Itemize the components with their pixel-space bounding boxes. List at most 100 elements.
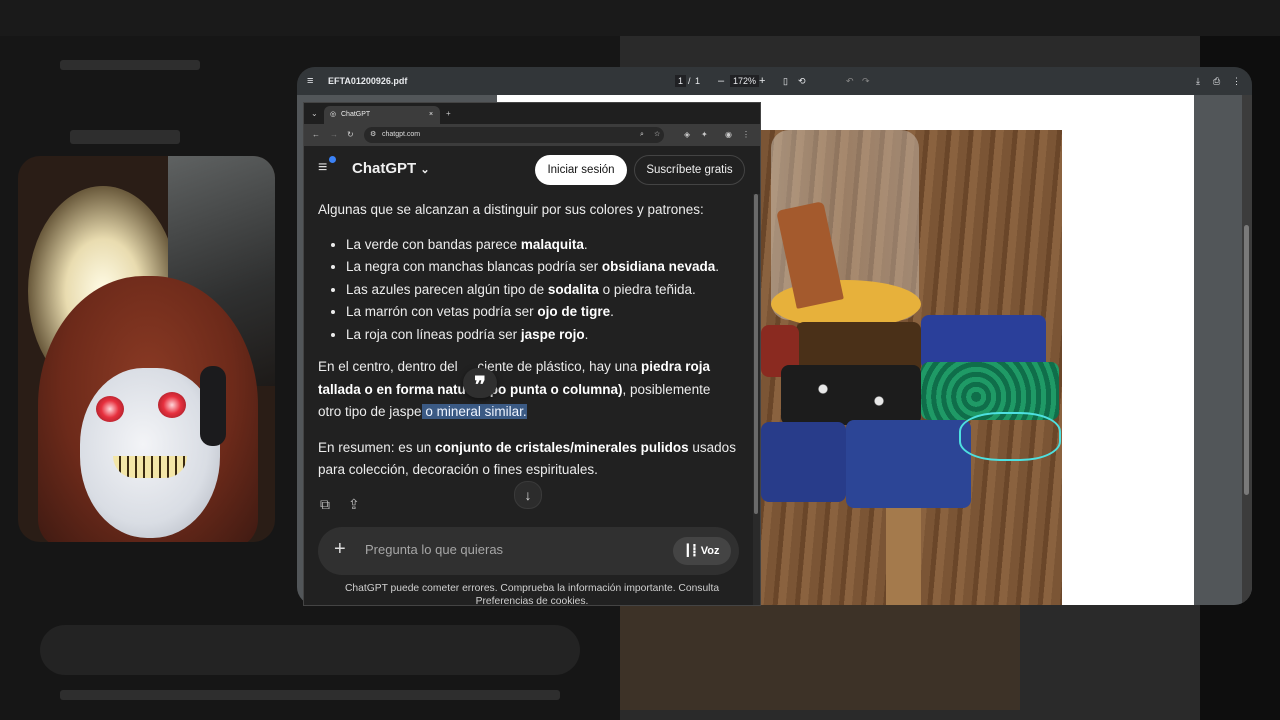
- chat-scrollbar-thumb[interactable]: [754, 194, 758, 514]
- list-item: Las azules parecen algún tipo de sodalit…: [346, 279, 736, 302]
- redo-icon[interactable]: ↷: [862, 67, 870, 95]
- center-paragraph: En el centro, dentro del ciente de plást…: [318, 356, 736, 424]
- pdf-scrollbar[interactable]: [1242, 95, 1252, 605]
- pdf-filename: EFTA01200926.pdf: [328, 76, 408, 86]
- chrome-window: ⌄ ◎ ChatGPT × + ← → ↻ ⚙ chatgpt.com ⌕ ☆ …: [304, 103, 760, 605]
- rotate-icon[interactable]: ⟲: [798, 67, 806, 95]
- list-item-bold: jaspe rojo: [520, 326, 585, 342]
- list-item-text: o piedra teñida.: [598, 281, 696, 297]
- chat-scrollbar[interactable]: [753, 194, 760, 605]
- paragraph-text: En el centro, dentro del: [318, 359, 462, 374]
- list-item-text: La negra con manchas blancas podría ser: [346, 259, 602, 274]
- voice-button[interactable]: ┃┋ Voz: [673, 537, 731, 565]
- undo-icon[interactable]: ↶: [846, 67, 854, 95]
- message-actions: ⧉ ⇪: [318, 496, 438, 518]
- tab-title: ChatGPT: [341, 111, 371, 118]
- photo-snowflake-obsidian: [781, 365, 921, 425]
- search-icon[interactable]: ⌕: [640, 127, 644, 143]
- puzzle-icon[interactable]: ✦: [701, 124, 708, 146]
- scroll-down-button[interactable]: ↓: [514, 481, 542, 509]
- paragraph-bold: po punta o columna): [489, 381, 623, 397]
- photo-malachite-stone: [921, 362, 1059, 420]
- list-item-text: La verde con bandas parece: [346, 236, 521, 252]
- mineral-list: La verde con bandas parece malaquita. La…: [318, 234, 736, 347]
- background-text: [60, 60, 200, 70]
- download-icon[interactable]: ⤓: [1196, 67, 1200, 95]
- paragraph-text: ciente de plástico, hay una: [477, 359, 641, 374]
- subscribe-button[interactable]: Suscríbete gratis: [634, 155, 745, 185]
- address-bar-row: ← → ↻ ⚙ chatgpt.com ⌕ ☆ ◈ ✦ ◉ ⋮: [304, 124, 760, 146]
- assistant-message: Algunas que se alcanzan a distinguir por…: [318, 199, 736, 482]
- photo-cyan-annotation: [959, 412, 1061, 461]
- list-item-text: .: [584, 326, 589, 342]
- forward-icon[interactable]: →: [330, 124, 338, 146]
- share-icon[interactable]: ⇪: [348, 496, 360, 513]
- list-item: La negra con manchas blancas podría ser …: [346, 256, 736, 279]
- model-selector[interactable]: ChatGPT ⌄: [352, 160, 430, 177]
- new-tab-button[interactable]: +: [446, 103, 451, 124]
- login-button[interactable]: Iniciar sesión: [535, 155, 627, 185]
- list-item-bold: sodalita: [547, 281, 599, 297]
- chrome-menu-icon[interactable]: ⋮: [742, 124, 750, 146]
- bookmark-star-icon[interactable]: ☆: [654, 127, 660, 143]
- background-composer: [40, 625, 580, 675]
- notification-dot-icon: [329, 156, 336, 163]
- background-text: [60, 690, 560, 700]
- list-item-text: .: [583, 236, 588, 252]
- intro-text: Algunas que se alcanzan a distinguir por…: [318, 202, 704, 217]
- back-icon[interactable]: ←: [312, 124, 320, 146]
- photo-sodalite-stone-2: [846, 420, 971, 508]
- cookie-preferences-link[interactable]: Preferencias de cookies.: [304, 595, 760, 605]
- address-bar[interactable]: ⚙ chatgpt.com ⌕ ☆: [364, 127, 664, 143]
- list-item: La verde con bandas parece malaquita.: [346, 234, 736, 257]
- waveform-icon: ┃┋: [684, 545, 701, 557]
- tab-close-icon[interactable]: ×: [429, 106, 433, 124]
- webcam-eye: [158, 392, 186, 418]
- pdf-photo-crystals: [761, 130, 1062, 605]
- list-item-text: .: [715, 259, 719, 274]
- print-icon[interactable]: ⎙: [1213, 67, 1220, 95]
- sidebar-toggle-icon[interactable]: ≡: [318, 159, 327, 177]
- more-options-icon[interactable]: ⋮: [1232, 67, 1241, 95]
- photo-wood-strip: [886, 508, 921, 605]
- zoom-out-button[interactable]: –: [718, 67, 724, 95]
- paragraph-bold: conjunto de cristales/minerales pulidos: [435, 439, 689, 455]
- zoom-in-button[interactable]: +: [759, 67, 765, 95]
- zoom-input[interactable]: 172%: [730, 75, 760, 87]
- webcam-eye: [96, 396, 124, 422]
- list-item-text: La marrón con vetas podría ser: [346, 304, 538, 319]
- profile-icon[interactable]: ◉: [725, 124, 732, 146]
- list-item-bold: malaquita: [520, 236, 584, 252]
- list-item-text: La roja con líneas podría ser: [346, 326, 521, 342]
- menu-icon[interactable]: ≡: [307, 67, 313, 95]
- paragraph-text: En resumen: es un: [318, 439, 436, 455]
- extension-icon[interactable]: ◈: [684, 124, 690, 146]
- composer-input[interactable]: Pregunta lo que quieras: [365, 542, 503, 557]
- url-text: chatgpt.com: [382, 131, 421, 138]
- tab-search-icon[interactable]: ⌄: [311, 103, 318, 124]
- webcam-headset: [200, 366, 226, 446]
- composer[interactable]: + Pregunta lo que quieras ┃┋ Voz: [318, 527, 739, 575]
- copy-icon[interactable]: ⧉: [320, 496, 330, 513]
- photo-sodalite-stone: [761, 422, 846, 502]
- list-item-bold: obsidiana nevada: [601, 259, 716, 274]
- page-total: 1: [695, 76, 701, 86]
- reload-icon[interactable]: ↻: [347, 124, 354, 146]
- webcam-overlay: [18, 156, 275, 542]
- site-info-icon[interactable]: ⚙: [370, 127, 376, 143]
- webcam-mask: [80, 368, 220, 538]
- tab-chatgpt[interactable]: ◎ ChatGPT ×: [324, 106, 440, 124]
- fit-page-icon[interactable]: ▯: [783, 67, 788, 95]
- webcam-mouth: [113, 456, 187, 478]
- background-photo: [620, 600, 1020, 710]
- disclaimer-line: ChatGPT puede cometer errores. Comprueba…: [344, 583, 720, 594]
- background-text: [70, 130, 180, 144]
- page-number-input[interactable]: 1: [675, 75, 687, 87]
- list-item-bold: ojo de tigre: [537, 304, 611, 319]
- voice-label: Voz: [700, 545, 720, 557]
- quote-selection-button[interactable]: ❞: [463, 368, 497, 398]
- summary-paragraph: En resumen: es un conjunto de cristales/…: [318, 437, 736, 482]
- selected-text-highlight[interactable]: o mineral similar.: [421, 404, 527, 419]
- attach-plus-icon[interactable]: +: [334, 538, 346, 561]
- pdf-scrollbar-thumb[interactable]: [1244, 225, 1249, 495]
